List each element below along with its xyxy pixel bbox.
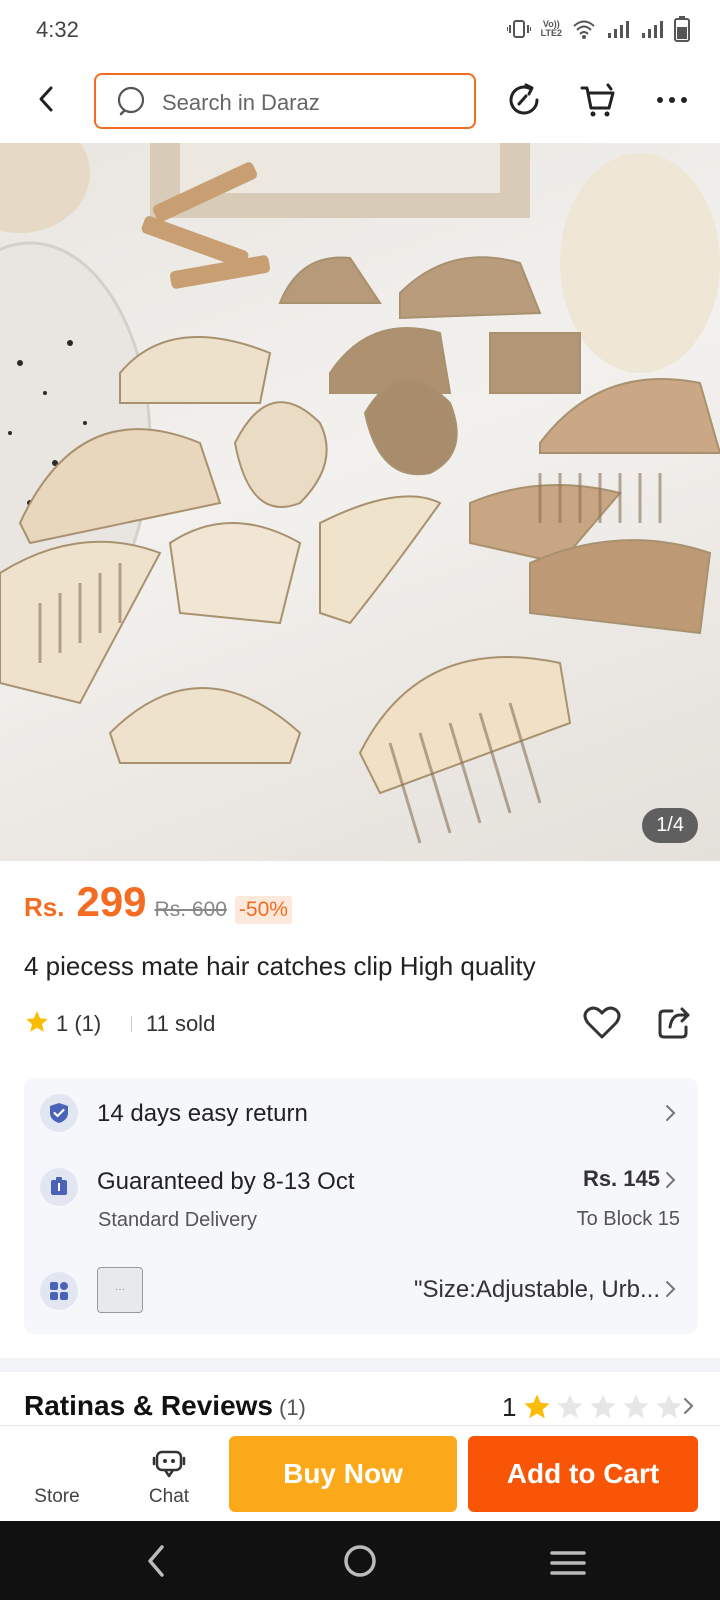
status-bar: 4:32 Vo)) LTE2	[0, 0, 720, 60]
status-time: 4:32	[36, 17, 79, 42]
reviews-header[interactable]: Ratinas & Reviews (1) 1	[24, 1390, 704, 1430]
star-empty-icon	[623, 1394, 649, 1419]
wifi-icon	[573, 20, 595, 39]
heart-icon	[583, 1006, 621, 1039]
variant-label: "Size:Adjustable, Urb...	[414, 1276, 660, 1303]
sold-count: 11 sold	[146, 1011, 216, 1036]
more-icon	[657, 97, 687, 103]
reviews-stars	[522, 1392, 684, 1422]
chat-label: Chat	[148, 1486, 190, 1507]
product-photo	[0, 143, 720, 844]
delivery-type: Standard Delivery	[98, 1209, 257, 1231]
product-image[interactable]: 1/4	[0, 143, 720, 861]
grid-icon	[50, 1282, 68, 1300]
share-button[interactable]	[652, 1001, 696, 1050]
delivery-row[interactable]: Guaranteed by 8-13 Oct Standard Delivery…	[24, 1148, 698, 1248]
return-label: 14 days easy return	[97, 1100, 308, 1127]
package-icon	[51, 1177, 67, 1195]
variant-thumbnail[interactable]: ···	[97, 1267, 143, 1313]
return-row[interactable]: 14 days easy return	[24, 1078, 698, 1148]
history-button[interactable]	[504, 80, 544, 125]
variant-row[interactable]: ··· "Size:Adjustable, Urb...	[24, 1248, 698, 1328]
return-icon-badge	[40, 1094, 78, 1132]
vibrate-icon	[506, 20, 531, 38]
delivery-price: Rs. 145	[582, 1166, 660, 1191]
section-divider	[0, 1358, 720, 1372]
delivery-location: To Block 15	[576, 1208, 680, 1230]
buy-now-button[interactable]: Buy Now	[229, 1436, 457, 1512]
star-empty-icon	[557, 1394, 583, 1419]
star-empty-icon	[656, 1394, 682, 1419]
price: 299	[76, 878, 147, 925]
wishlist-button[interactable]	[580, 1001, 624, 1050]
back-icon	[39, 86, 53, 112]
nav-recent-button[interactable]	[548, 1545, 588, 1586]
search-icon	[117, 86, 145, 116]
top-bar: Search in Daraz	[0, 62, 720, 142]
chevron-right-icon	[666, 1172, 676, 1188]
reviews-score: 1	[502, 1392, 517, 1422]
signal-icon	[608, 21, 629, 38]
chevron-right-icon	[666, 1281, 676, 1297]
delivery-icon-badge	[40, 1168, 78, 1206]
star-icon	[524, 1394, 550, 1419]
nav-home-icon	[344, 1545, 376, 1577]
shield-check-icon	[50, 1103, 68, 1123]
status-icons: Vo)) LTE2	[506, 16, 690, 42]
price-row: Rs. 299 Rs. 600 -50%	[24, 878, 292, 928]
back-button[interactable]	[30, 82, 64, 116]
chat-button[interactable]: Chat	[134, 1426, 204, 1522]
reviews-title: Ratinas & Reviews (1)	[24, 1390, 306, 1421]
battery-icon	[674, 16, 690, 42]
more-button[interactable]	[652, 80, 692, 125]
price-currency: Rs.	[24, 892, 65, 922]
reviews-count: (1)	[279, 1395, 306, 1420]
share-icon	[658, 1007, 690, 1039]
nav-back-button[interactable]	[140, 1543, 174, 1584]
store-button[interactable]: Store	[22, 1426, 92, 1522]
nav-menu-icon	[550, 1551, 586, 1575]
cart-button[interactable]	[578, 80, 618, 125]
divider	[131, 1016, 132, 1032]
search-placeholder: Search in Daraz	[162, 90, 320, 115]
nav-back-icon	[148, 1545, 164, 1577]
search-input[interactable]: Search in Daraz	[94, 73, 476, 129]
system-nav-bar	[0, 1521, 720, 1600]
cart-icon	[580, 83, 615, 117]
store-label: Store	[34, 1486, 80, 1507]
rating-row: 1 (1) 11 sold	[24, 1005, 704, 1045]
star-icon	[26, 1011, 48, 1032]
original-price: Rs. 600	[154, 898, 227, 921]
rating-value[interactable]: 1 (1)	[56, 1011, 101, 1037]
image-counter: 1/4	[642, 808, 698, 843]
bottom-action-bar: Store Chat Buy Now Add to Cart	[0, 1425, 720, 1521]
service-info-card: 14 days easy return Guaranteed by 8-13 O…	[24, 1078, 698, 1334]
discount-badge: -50%	[234, 896, 292, 924]
add-to-cart-button[interactable]: Add to Cart	[468, 1436, 698, 1512]
chevron-right-icon	[666, 1105, 676, 1121]
nav-home-button[interactable]	[340, 1541, 380, 1586]
variant-icon-badge	[40, 1272, 78, 1310]
chevron-right-icon	[684, 1398, 694, 1414]
product-title: 4 piecess mate hair catches clip High qu…	[24, 951, 536, 981]
signal-icon	[642, 21, 663, 38]
delivery-label: Guaranteed by 8-13 Oct	[97, 1168, 355, 1195]
volte-icon: Vo)) LTE2	[540, 19, 562, 38]
star-empty-icon	[590, 1394, 616, 1419]
chat-icon	[152, 1450, 186, 1478]
history-icon	[509, 83, 539, 115]
